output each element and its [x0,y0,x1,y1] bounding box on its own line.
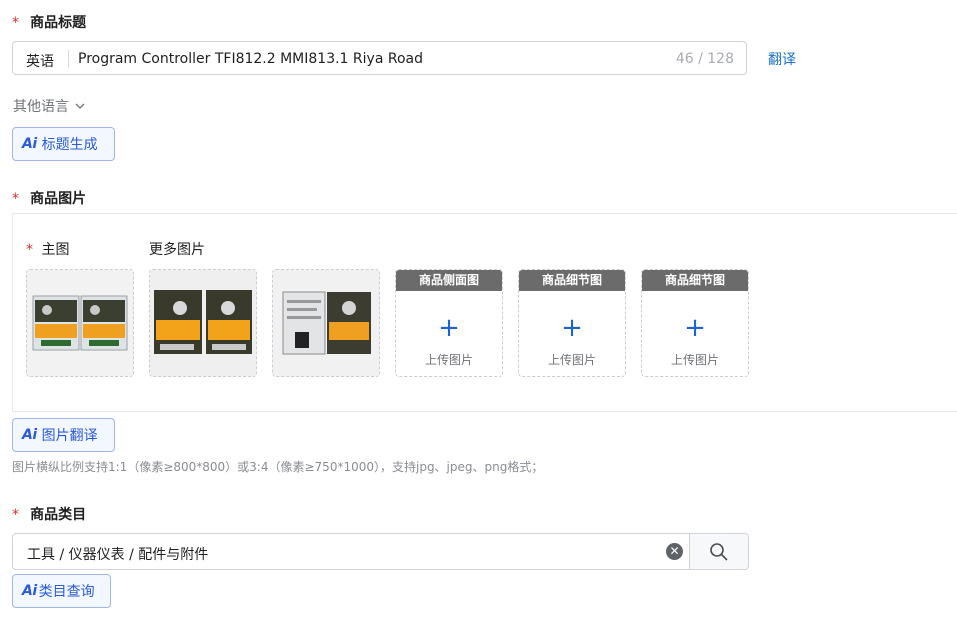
plus-icon: + [438,313,460,343]
language-tag[interactable]: 英语 [26,51,54,71]
ai-title-generate-button[interactable]: Ai 标题生成 [12,127,115,161]
category-section-label: * 商品类目 [12,504,86,524]
ai-image-translate-button[interactable]: Ai 图片翻译 [12,418,115,452]
other-languages-toggle[interactable]: 其他语言 [13,96,86,116]
required-mark: * [12,507,19,523]
translate-link[interactable]: 翻译 [768,49,796,69]
category-input[interactable]: 工具 / 仪器仪表 / 配件与附件 ✕ [12,533,749,570]
ai-icon: Ai [22,583,37,599]
images-section-label: * 商品图片 [12,188,86,208]
chevron-down-icon [75,103,85,109]
slot-header: 商品细节图 [642,270,748,291]
required-mark: * [26,242,33,258]
category-search-button[interactable] [689,534,748,569]
required-mark: * [12,191,19,207]
ai-icon: Ai [22,136,37,152]
ai-title-generate-label: 标题生成 [41,137,98,153]
category-value[interactable]: 工具 / 仪器仪表 / 配件与附件 [27,544,208,564]
clear-icon[interactable]: ✕ [666,543,683,560]
product-image-more-2[interactable] [272,269,380,377]
divider [68,50,69,68]
title-value[interactable]: Program Controller TFI812.2 MMI813.1 Riy… [78,51,423,67]
other-languages-label: 其他语言 [13,99,69,115]
slot-header: 商品细节图 [519,270,625,291]
upload-detail-image-2[interactable]: 商品细节图 + 上传图片 [641,269,749,377]
title-input[interactable]: 英语 Program Controller TFI812.2 MMI813.1 … [12,41,747,75]
title-section-label: * 商品标题 [12,12,86,32]
slot-header: 商品侧面图 [396,270,502,291]
required-mark: * [12,15,19,31]
plus-icon: + [561,313,583,343]
ai-icon: Ai [22,427,37,443]
search-icon [710,543,728,561]
title-label: 商品标题 [30,15,87,31]
plus-icon: + [684,313,706,343]
product-image-more-1[interactable] [149,269,257,377]
char-counter: 46 / 128 [675,51,734,67]
ai-image-translate-label: 图片翻译 [41,428,98,444]
product-image-main[interactable] [26,269,134,377]
upload-text: 上传图片 [424,353,473,367]
upload-text: 上传图片 [547,353,596,367]
category-label: 商品类目 [30,507,87,523]
product-photo [150,270,256,376]
ai-category-query-label: 类目查询 [38,584,95,600]
images-label: 商品图片 [30,191,87,207]
more-images-label: 更多图片 [149,242,205,258]
main-image-label: * 主图 [26,239,69,259]
upload-detail-image-1[interactable]: 商品细节图 + 上传图片 [518,269,626,377]
product-photo [27,270,133,376]
main-image-text: 主图 [41,242,70,258]
upload-text: 上传图片 [670,353,719,367]
product-photo [273,270,379,376]
image-hint-text: 图片横纵比例支持1:1（像素≥800*800）或3:4（像素≥750*1000）… [12,460,544,474]
upload-side-image[interactable]: 商品侧面图 + 上传图片 [395,269,503,377]
ai-category-query-button[interactable]: Ai 类目查询 [12,574,111,608]
